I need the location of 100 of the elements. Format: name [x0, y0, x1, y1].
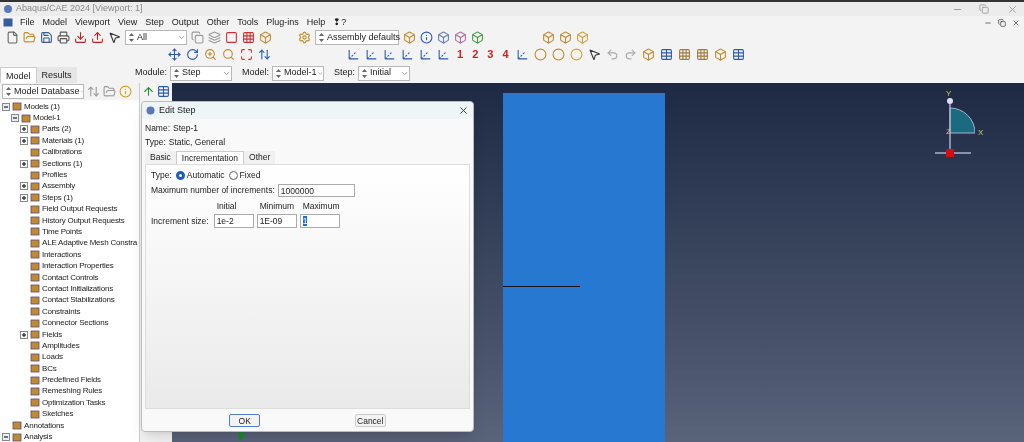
cube-icon[interactable] [403, 31, 416, 44]
tree-item[interactable]: History Output Requests [42, 214, 125, 227]
tree-item[interactable]: Models (1) [24, 100, 60, 113]
menu-item[interactable]: File [16, 15, 39, 30]
panel-tab[interactable]: Model [0, 67, 37, 83]
dialog-tab[interactable]: Other [244, 151, 276, 164]
cube-icon[interactable] [471, 31, 484, 44]
tree-item[interactable]: Analysis [24, 431, 53, 442]
tree-item[interactable]: Annotations [24, 419, 65, 432]
copy-icon[interactable] [191, 31, 204, 44]
expand-icon[interactable] [20, 159, 28, 168]
radio-button[interactable] [228, 170, 238, 180]
tree-item[interactable]: Time Points [42, 226, 82, 238]
view-number[interactable]: 4 [500, 46, 511, 63]
menu-item[interactable]: Plug-ins [262, 15, 303, 30]
tree-item[interactable]: ALE Adaptive Mesh Constra [42, 237, 138, 250]
axis-view-icon[interactable] [515, 48, 529, 61]
tree-item[interactable]: Contact Initializations [42, 282, 113, 295]
printer-icon[interactable] [57, 31, 70, 44]
menu-item[interactable]: Other [202, 15, 234, 30]
fit-view-icon[interactable] [240, 48, 253, 61]
tree-source-select[interactable]: Model Database [2, 84, 84, 99]
tree-item[interactable]: Assembly [42, 180, 76, 193]
tree-item[interactable]: Profiles [42, 169, 68, 182]
cube-icon[interactable] [559, 31, 572, 44]
render-style-select[interactable]: Assembly defaults [315, 30, 399, 45]
menu-item[interactable]: Viewport [71, 15, 114, 30]
context-select[interactable]: Model-1 [272, 65, 325, 81]
radio-button[interactable] [175, 170, 185, 180]
axis-view-icon[interactable] [347, 48, 360, 61]
layers-icon[interactable] [208, 31, 221, 44]
tree-item[interactable]: Interactions [42, 248, 81, 261]
selection-filter-select[interactable]: All [125, 30, 187, 45]
tree-item[interactable]: Optimization Tasks [42, 396, 106, 409]
table-icon[interactable] [157, 85, 170, 98]
view-number[interactable]: 1 [455, 46, 466, 63]
import-icon[interactable] [74, 31, 87, 44]
dialog-button[interactable]: Cancel [354, 413, 386, 427]
new-file-icon[interactable] [6, 31, 19, 44]
cube-icon[interactable] [576, 31, 589, 44]
tree-item[interactable]: Interaction Properties [42, 260, 114, 273]
expand-icon[interactable] [20, 193, 28, 202]
input-field[interactable]: 1000000 [277, 184, 355, 197]
menu-item[interactable]: Model [38, 15, 72, 30]
part-icon[interactable] [713, 48, 727, 61]
tree-item[interactable]: Sections (1) [42, 157, 83, 170]
panel-tab[interactable]: Results [36, 67, 77, 83]
collapse-icon[interactable] [2, 102, 10, 111]
axis-view-icon[interactable] [401, 48, 414, 61]
zoom-icon[interactable] [204, 48, 217, 61]
zoom-box-icon[interactable] [222, 48, 235, 61]
input-field[interactable]: 1e-2 [213, 213, 254, 228]
input-field[interactable]: 1 [299, 213, 340, 228]
tree-item[interactable]: BCs [42, 362, 57, 375]
cube-icon[interactable] [454, 31, 467, 44]
menu-doc-icon[interactable] [3, 18, 13, 27]
grid-icon[interactable] [242, 31, 255, 44]
arrows-icon[interactable] [258, 48, 271, 61]
dialog-button[interactable]: OK [229, 413, 261, 427]
tree-item[interactable]: Constraints [42, 305, 81, 318]
view-number[interactable]: 3 [485, 46, 496, 63]
tree-item[interactable]: Connector Sections [42, 317, 109, 330]
rotate-icon[interactable] [186, 48, 199, 61]
part-icon[interactable] [259, 31, 272, 44]
tree-item[interactable]: Sketches [42, 408, 74, 421]
table-icon[interactable] [731, 48, 745, 61]
menu-item[interactable]: View [113, 15, 142, 30]
context-select[interactable]: Step [170, 65, 233, 81]
wireframe-cube-icon[interactable] [437, 31, 450, 44]
view-number[interactable]: 2 [470, 46, 481, 63]
part-icon[interactable] [641, 48, 655, 61]
tree-item[interactable]: Contact Stabilizations [42, 294, 115, 307]
arrow-icon[interactable] [142, 85, 155, 98]
tree-item[interactable]: Amplitudes [42, 339, 80, 352]
menu-item[interactable]: Output [167, 15, 203, 30]
folder-icon[interactable] [23, 31, 36, 44]
close-icon[interactable] [458, 105, 469, 116]
expand-icon[interactable] [20, 136, 28, 145]
tree-item[interactable]: Materials (1) [42, 134, 84, 147]
move-icon[interactable] [168, 48, 181, 61]
tree-item[interactable]: Loads [42, 351, 63, 364]
pointer-icon[interactable] [108, 31, 121, 44]
folder-icon[interactable] [103, 85, 116, 98]
axis-view-icon[interactable] [383, 48, 396, 61]
tree-item[interactable]: Fields [42, 328, 63, 341]
arrows-icon[interactable] [87, 85, 100, 98]
close-icon[interactable] [1012, 18, 1020, 27]
tree-item[interactable]: Field Output Requests [42, 203, 118, 216]
axis-view-icon[interactable] [419, 48, 432, 61]
axis-view-icon[interactable] [437, 48, 450, 61]
table-icon[interactable] [659, 48, 673, 61]
tree-item[interactable]: Model-1 [33, 112, 61, 125]
context-select[interactable]: Initial [358, 65, 411, 81]
box-select-icon[interactable] [225, 31, 238, 44]
input-field[interactable]: 1E-09 [256, 213, 297, 228]
expand-icon[interactable] [20, 330, 28, 339]
expand-icon[interactable] [20, 182, 28, 191]
pointer-icon[interactable] [587, 48, 601, 61]
save-icon[interactable] [40, 31, 53, 44]
expand-icon[interactable] [20, 125, 28, 134]
